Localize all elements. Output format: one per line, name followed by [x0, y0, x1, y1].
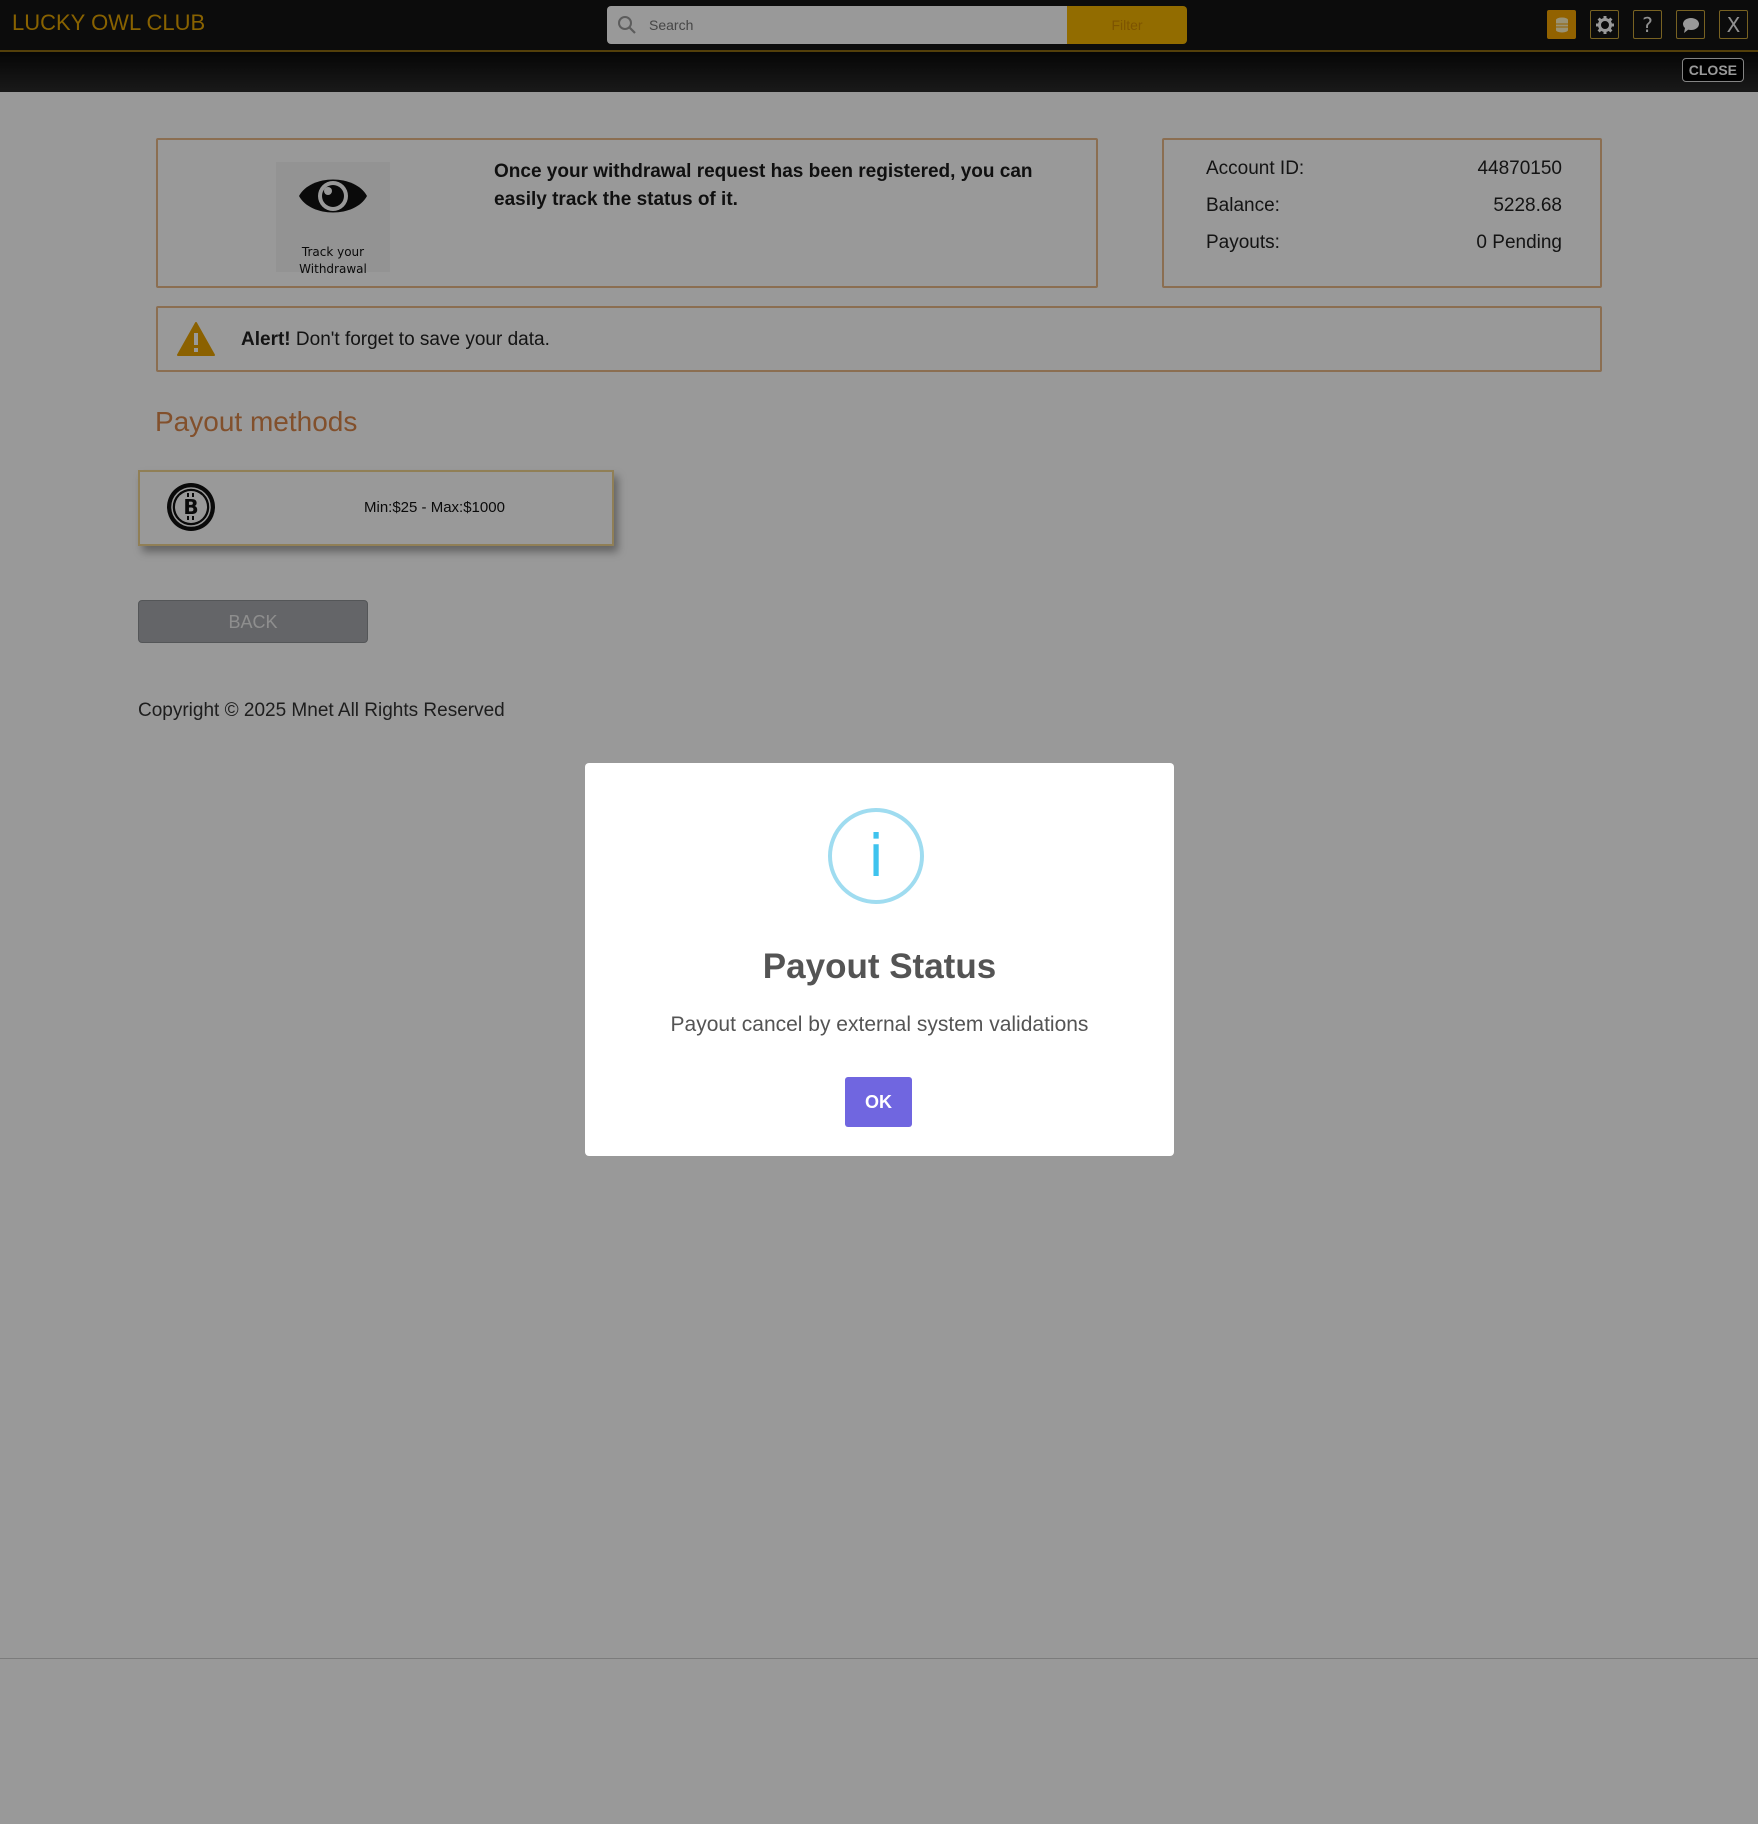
info-icon: i	[828, 808, 924, 904]
payout-status-dialog: i Payout Status Payout cancel by externa…	[585, 763, 1174, 1156]
dialog-message: Payout cancel by external system validat…	[670, 1013, 1089, 1036]
dialog-title: Payout Status	[762, 947, 997, 986]
ok-button[interactable]: OK	[845, 1077, 912, 1127]
